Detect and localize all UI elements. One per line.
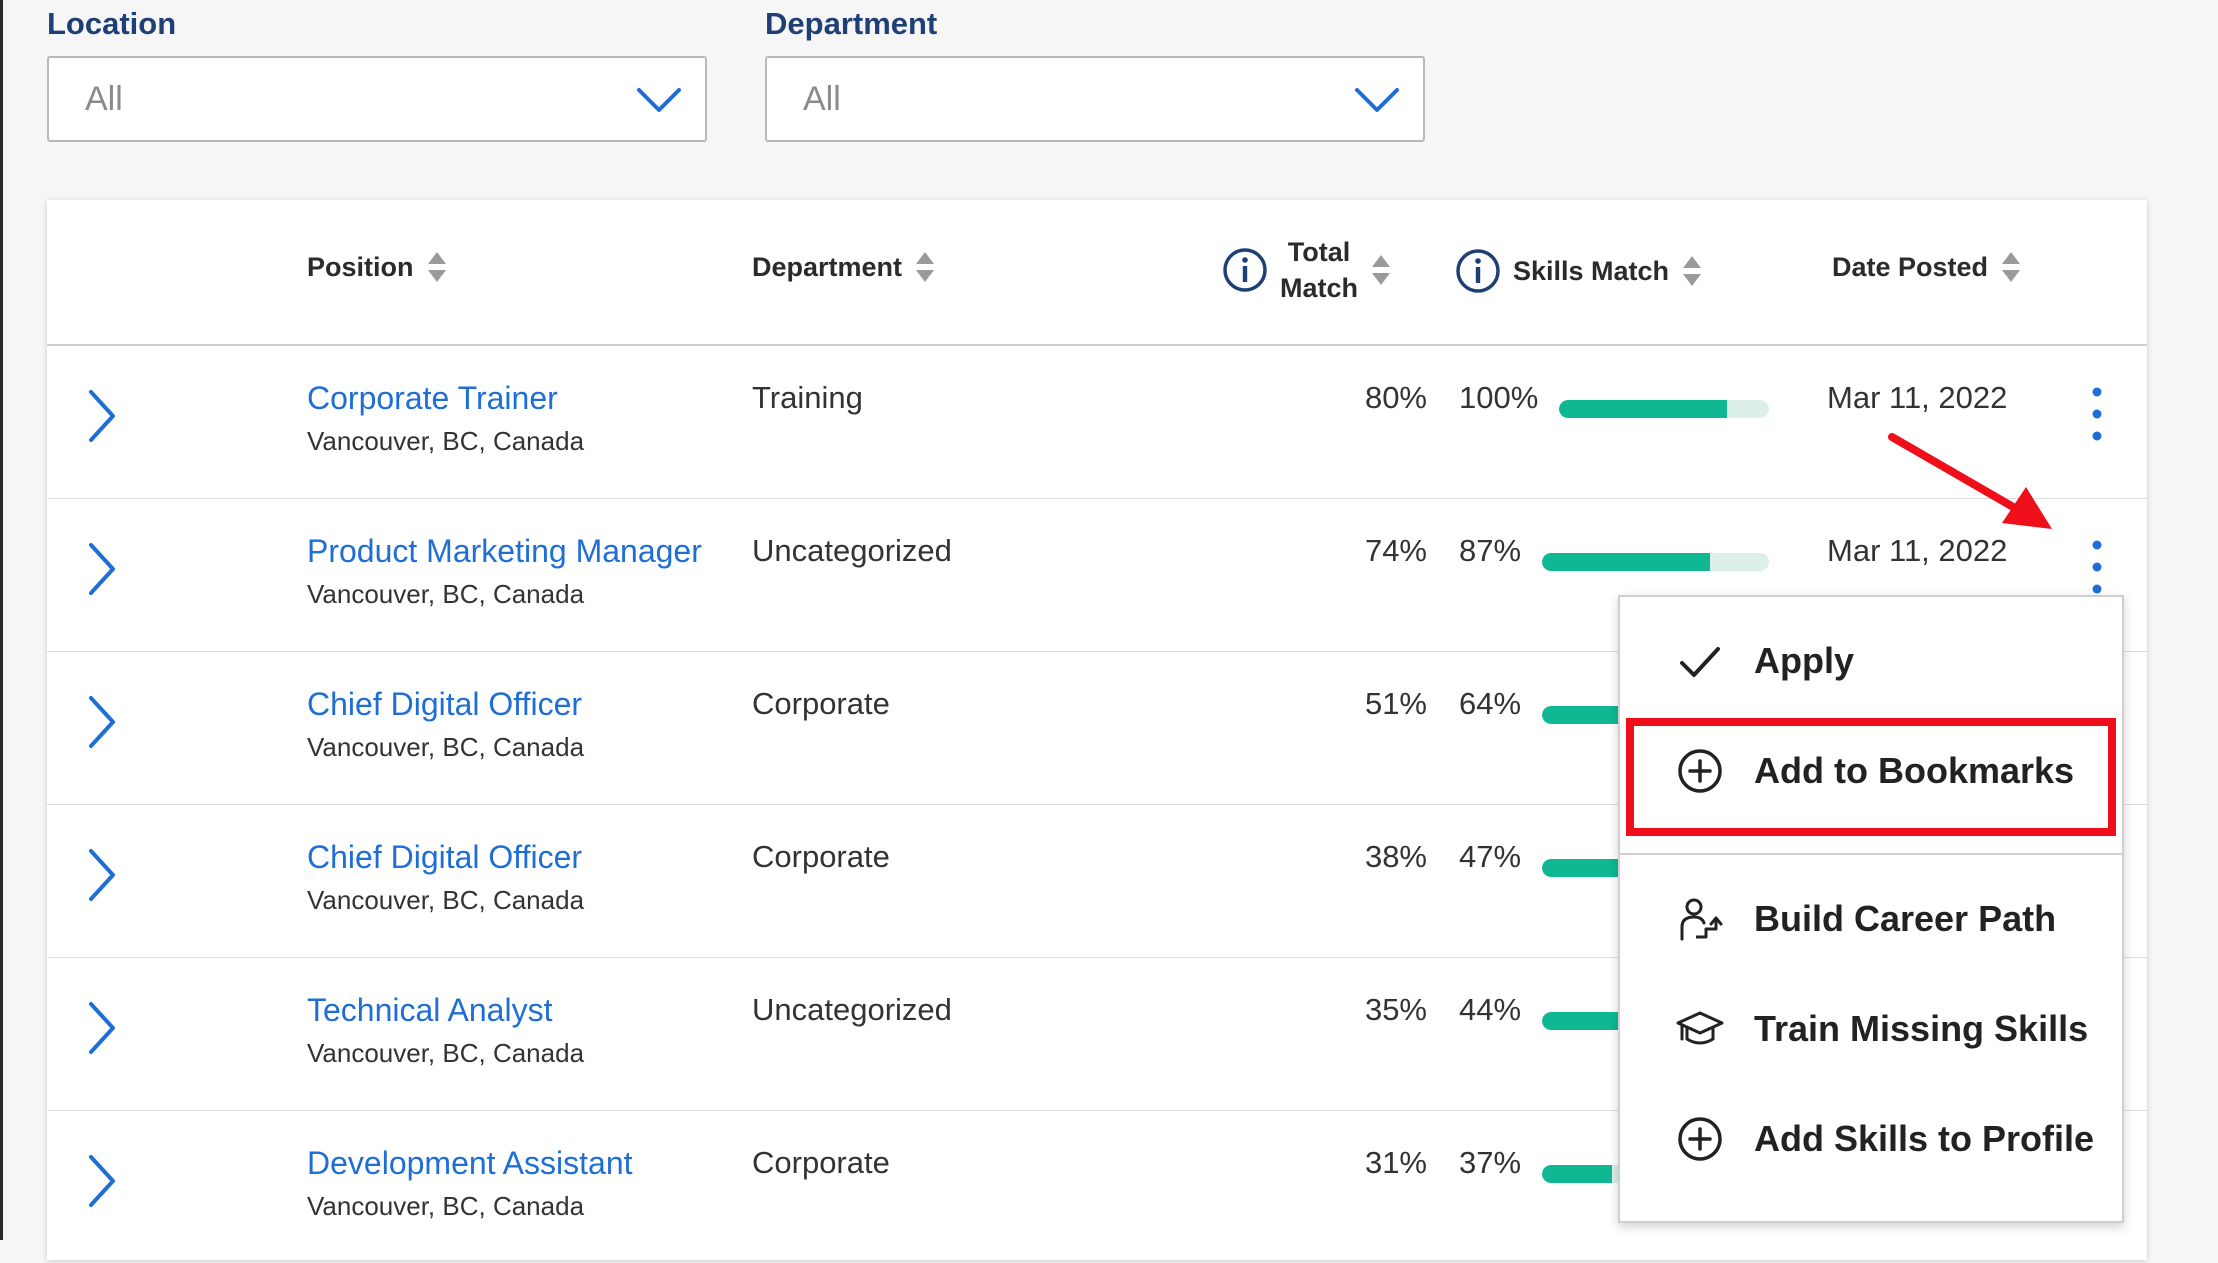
- position-location: Vancouver, BC, Canada: [307, 1191, 585, 1221]
- skills-match-value: 44%: [1459, 992, 1522, 1027]
- menu-item-label: Build Career Path: [1754, 898, 2057, 939]
- header-total-match-line2: Match: [1280, 273, 1359, 303]
- sort-icon: [1372, 255, 1391, 285]
- sort-icon: [427, 252, 446, 282]
- department-value: Corporate: [752, 839, 890, 874]
- row-actions-menu: Apply Add to Bookmarks Build Career Path…: [1618, 595, 2124, 1223]
- department-value: Uncategorized: [752, 992, 952, 1027]
- menu-item-label: Train Missing Skills: [1754, 1008, 2089, 1049]
- total-match-value: 74%: [1364, 533, 1427, 568]
- total-match-value: 51%: [1364, 686, 1427, 721]
- table-header: Position Department Total Match Skills M…: [47, 200, 2147, 346]
- skills-match-value: 100%: [1459, 380, 1539, 415]
- location-select[interactable]: All: [47, 56, 707, 142]
- header-skills-match-label: Skills Match: [1513, 255, 1670, 286]
- left-border: [0, 0, 3, 1240]
- check-icon: [1680, 647, 1720, 677]
- position-title-link[interactable]: Development Assistant: [307, 1145, 633, 1182]
- header-skills-match[interactable]: Skills Match: [1455, 248, 1703, 294]
- sort-icon: [916, 252, 935, 282]
- header-position-label: Position: [307, 251, 414, 282]
- skills-progress-bar: [1542, 553, 1769, 571]
- position-title-link[interactable]: Chief Digital Officer: [307, 839, 582, 876]
- skills-match-value: 87%: [1459, 533, 1522, 568]
- total-match-value: 31%: [1364, 1145, 1427, 1180]
- department-value: Uncategorized: [752, 533, 952, 568]
- skills-match-value: 47%: [1459, 839, 1522, 874]
- total-match-value: 35%: [1364, 992, 1427, 1027]
- header-department-label: Department: [752, 251, 903, 282]
- menu-item-train-missing-skills[interactable]: Train Missing Skills: [1620, 983, 2122, 1075]
- highlight-box: [1626, 718, 2116, 836]
- department-select-value: All: [803, 80, 841, 118]
- sort-icon: [2002, 252, 2021, 282]
- chevron-right-icon[interactable]: [85, 692, 119, 752]
- skills-progress-fill: [1542, 553, 1710, 571]
- skills-progress-bar: [1559, 400, 1769, 418]
- position-title-link[interactable]: Chief Digital Officer: [307, 686, 582, 723]
- info-icon[interactable]: [1455, 248, 1501, 294]
- menu-item-label: Apply: [1754, 640, 1855, 681]
- position-location: Vancouver, BC, Canada: [307, 885, 585, 915]
- total-match-value: 80%: [1364, 380, 1427, 415]
- menu-item-build-career-path[interactable]: Build Career Path: [1620, 873, 2122, 965]
- department-label: Department: [765, 6, 938, 41]
- department-value: Corporate: [752, 1145, 890, 1180]
- date-posted-value: Mar 11, 2022: [1827, 533, 2008, 568]
- sort-icon: [1683, 256, 1702, 286]
- chevron-down-icon: [637, 88, 681, 112]
- chevron-right-icon[interactable]: [85, 539, 119, 599]
- table-row: Corporate Trainer Vancouver, BC, Canada …: [47, 346, 2147, 499]
- header-date-posted[interactable]: Date Posted: [1832, 250, 2022, 284]
- date-posted-value: Mar 11, 2022: [1827, 380, 2008, 415]
- annotation-arrow-icon: [1888, 433, 2052, 529]
- header-date-posted-label: Date Posted: [1832, 251, 1989, 282]
- location-label: Location: [47, 6, 177, 41]
- chevron-right-icon[interactable]: [85, 1151, 119, 1211]
- total-match-value: 38%: [1364, 839, 1427, 874]
- position-title-link[interactable]: Corporate Trainer: [307, 380, 558, 417]
- chevron-right-icon[interactable]: [85, 998, 119, 1058]
- menu-divider: [1620, 853, 2122, 855]
- position-title-link[interactable]: Product Marketing Manager: [307, 533, 702, 570]
- position-location: Vancouver, BC, Canada: [307, 1038, 585, 1068]
- header-position[interactable]: Position: [307, 250, 448, 284]
- location-select-value: All: [85, 80, 123, 118]
- more-options-icon[interactable]: [2087, 384, 2107, 444]
- position-title-link[interactable]: Technical Analyst: [307, 992, 552, 1029]
- menu-item-label: Add Skills to Profile: [1754, 1118, 2095, 1159]
- menu-item-add-skills-to-profile[interactable]: Add Skills to Profile: [1620, 1093, 2122, 1185]
- skills-progress-fill: [1542, 859, 1629, 877]
- skills-match-value: 37%: [1459, 1145, 1522, 1180]
- position-location: Vancouver, BC, Canada: [307, 579, 585, 609]
- info-icon[interactable]: [1222, 247, 1268, 293]
- position-location: Vancouver, BC, Canada: [307, 732, 585, 762]
- career-path-icon: [1680, 898, 1723, 941]
- skills-progress-fill: [1542, 1165, 1613, 1183]
- department-value: Training: [752, 380, 863, 415]
- more-options-icon[interactable]: [2087, 537, 2107, 597]
- menu-item-apply[interactable]: Apply: [1620, 615, 2122, 707]
- chevron-right-icon[interactable]: [85, 386, 119, 446]
- skills-progress-fill: [1542, 1012, 1622, 1030]
- skills-match-value: 64%: [1459, 686, 1522, 721]
- position-location: Vancouver, BC, Canada: [307, 426, 585, 456]
- header-total-match-line1: Total: [1287, 237, 1351, 267]
- chevron-down-icon: [1355, 88, 1399, 112]
- chevron-right-icon[interactable]: [85, 845, 119, 905]
- header-department[interactable]: Department: [752, 250, 936, 284]
- skills-progress-fill: [1559, 400, 1727, 418]
- header-total-match[interactable]: Total Match: [1222, 234, 1392, 306]
- graduation-cap-icon: [1676, 1011, 1724, 1045]
- department-select[interactable]: All: [765, 56, 1425, 142]
- department-value: Corporate: [752, 686, 890, 721]
- plus-circle-icon: [1678, 1117, 1722, 1161]
